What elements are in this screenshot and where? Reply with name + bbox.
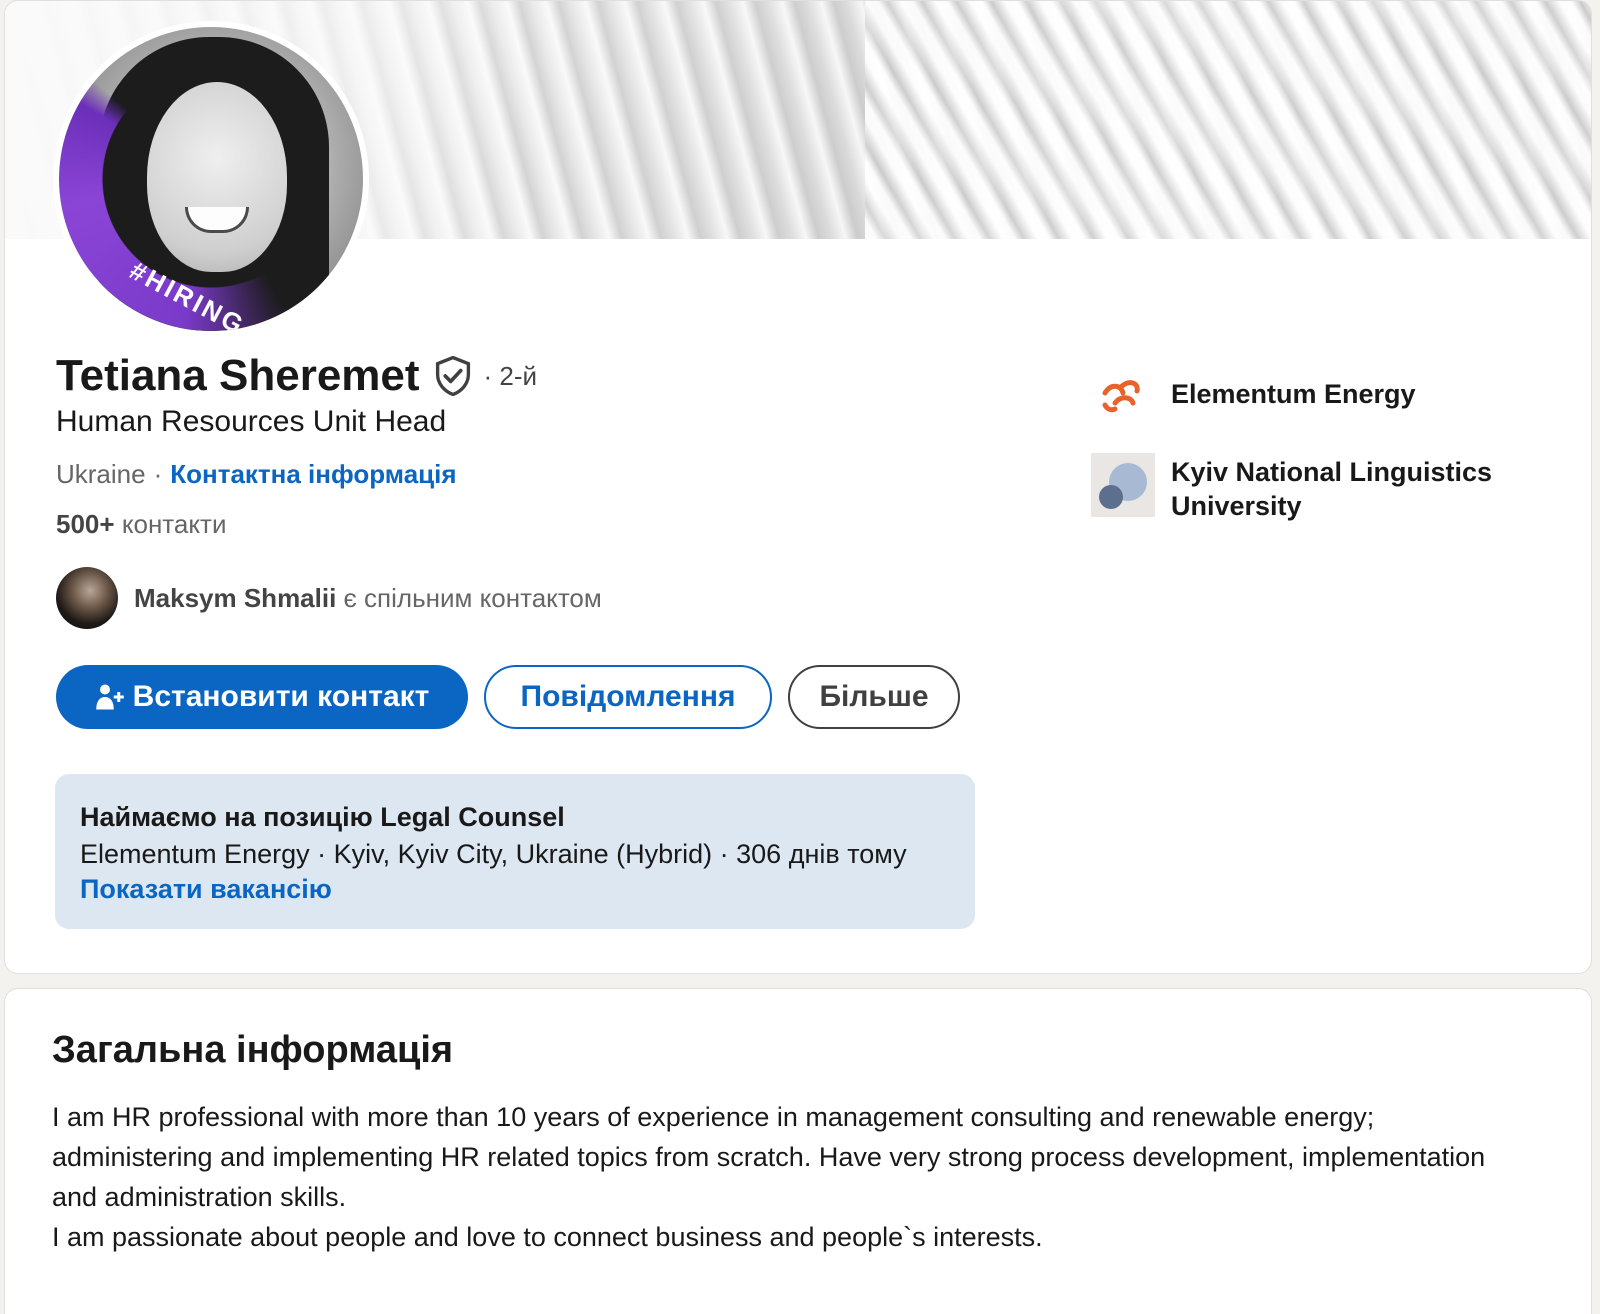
org-name: Elementum Energy	[1171, 379, 1416, 409]
profile-headline: Human Resources Unit Head	[56, 405, 447, 438]
banner-pattern-right	[865, 1, 1591, 239]
separator-dot: ·	[153, 459, 163, 489]
org-education[interactable]: Kyiv National Linguistics University	[1091, 453, 1531, 523]
mutual-connection-suffix: є спільним контактом	[343, 582, 602, 613]
org-name: Kyiv National Linguistics University	[1171, 457, 1493, 521]
verified-shield-icon[interactable]	[434, 356, 472, 396]
elementum-energy-logo-icon	[1091, 363, 1155, 427]
profile-location: Ukraine	[56, 459, 146, 489]
university-logo-icon	[1091, 453, 1155, 517]
contact-info-link[interactable]: Контактна інформація	[170, 459, 456, 490]
connections-count[interactable]: 500+ контакти	[56, 509, 226, 540]
mutual-connection-avatar[interactable]	[56, 567, 118, 629]
message-button[interactable]: Повідомлення	[484, 665, 772, 729]
more-button-label: Більше	[819, 680, 929, 713]
profile-organizations: Elementum Energy Kyiv National Linguisti…	[1091, 363, 1531, 549]
org-current-company[interactable]: Elementum Energy	[1091, 363, 1531, 427]
show-job-link[interactable]: Показати вакансію	[80, 874, 950, 905]
about-title: Загальна інформація	[52, 1029, 454, 1071]
add-person-icon	[95, 684, 124, 710]
connections-number: 500+	[56, 509, 115, 539]
profile-name: Tetiana Sheremet	[56, 351, 420, 400]
connections-label: контакти	[121, 509, 227, 539]
more-button[interactable]: Більше	[788, 665, 960, 729]
connection-degree: · 2-й	[483, 360, 538, 391]
about-paragraph: I am HR professional with more than 10 y…	[52, 1102, 1486, 1212]
profile-top-card: #HIRING Tetiana Sheremet · 2-й Human Res…	[4, 0, 1592, 974]
mutual-connection-text: Maksym Shmalii є спільним контактом	[134, 583, 602, 614]
profile-photo[interactable]: #HIRING	[53, 21, 369, 337]
job-title: Наймаємо на позицію Legal Counsel	[80, 802, 565, 832]
message-button-label: Повідомлення	[520, 680, 736, 713]
connect-button-label: Встановити контакт	[132, 680, 430, 713]
about-card: Загальна інформація I am HR professional…	[4, 988, 1592, 1314]
mutual-connection-name: Maksym Shmalii	[134, 582, 337, 613]
job-meta: Elementum Energy · Kyiv, Kyiv City, Ukra…	[80, 839, 907, 869]
location-row: Ukraine · Контактна інформація	[56, 459, 457, 490]
hiring-job-card[interactable]: Наймаємо на позицію Legal Counsel Elemen…	[55, 774, 975, 929]
about-paragraph: I am passionate about people and love to…	[52, 1222, 1043, 1252]
connect-button[interactable]: Встановити контакт	[56, 665, 468, 729]
mutual-connection[interactable]: Maksym Shmalii є спільним контактом	[56, 567, 602, 629]
profile-actions: Встановити контакт Повідомлення Більше	[56, 665, 960, 729]
about-text: I am HR professional with more than 10 y…	[52, 1097, 1522, 1257]
profile-photo-image: #HIRING	[59, 27, 363, 331]
name-row: Tetiana Sheremet · 2-й	[56, 351, 537, 401]
hiring-ring	[59, 27, 363, 331]
